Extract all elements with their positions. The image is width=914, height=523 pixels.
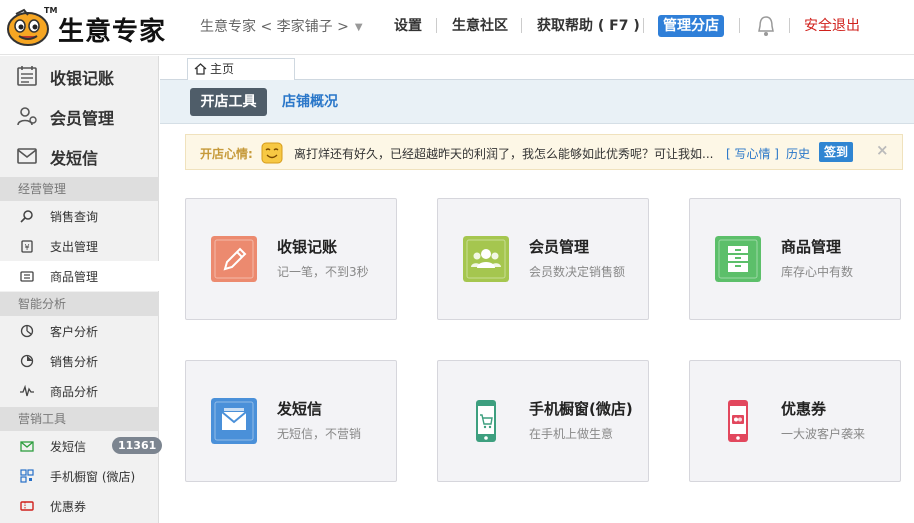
cabinet-icon — [715, 236, 761, 282]
sidebar-item-goods[interactable]: 商品管理 — [0, 261, 159, 291]
nav-divider — [643, 18, 644, 33]
sidebar-section-title: 智能分析 — [0, 292, 159, 316]
sub-nav: 开店工具 店铺概况 — [160, 80, 914, 124]
bell-icon[interactable] — [756, 15, 776, 37]
sidebar-item-register[interactable]: 收银记账 — [0, 56, 159, 96]
card-subtitle: 无短信，不营销 — [277, 427, 362, 441]
card-mobile-shop[interactable]: 手机橱窗(微店) 在手机上做生意 — [437, 360, 649, 482]
sms-count-badge: 11361 — [112, 437, 163, 454]
card-subtitle: 会员数决定销售额 — [529, 265, 626, 279]
write-mood-link[interactable]: [ 写心情 ] — [726, 145, 779, 162]
card-subtitle: 记一笔，不到3秒 — [277, 265, 369, 279]
sidebar-item-label: 发短信 — [50, 440, 87, 454]
sidebar-item-sales-query[interactable]: 销售查询 — [0, 201, 159, 231]
member-icon — [17, 107, 37, 126]
register-list-icon — [17, 66, 37, 86]
sidebar-item-label: 优惠券 — [50, 500, 87, 514]
nav-help[interactable]: 获取帮助 ( F7 ) — [537, 14, 640, 38]
sidebar-item-sms[interactable]: 发短信 — [0, 136, 159, 176]
customer-chart-icon — [20, 324, 34, 338]
pencil-icon — [211, 236, 257, 282]
sidebar-item-label: 会员管理 — [50, 109, 115, 128]
search-icon — [20, 210, 33, 223]
card-goods[interactable]: 商品管理 库存心中有数 — [689, 198, 901, 320]
card-title: 优惠券 — [781, 400, 827, 418]
tab-home[interactable]: 主页 — [187, 58, 295, 81]
sidebar-item-coupon[interactable]: 优惠券 — [0, 491, 159, 521]
nav-community[interactable]: 生意社区 — [452, 14, 508, 38]
mood-title: 开店心情: — [200, 147, 253, 161]
sidebar-item-members[interactable]: 会员管理 — [0, 96, 159, 136]
sidebar-item-label: 客户分析 — [50, 325, 99, 339]
tab-home-label: 主页 — [210, 62, 235, 76]
wave-chart-icon — [20, 384, 34, 397]
card-sms[interactable]: 发短信 无短信，不营销 — [185, 360, 397, 482]
smiley-emoji-icon — [261, 142, 283, 164]
card-title: 发短信 — [277, 400, 323, 418]
sidebar-item-label: 商品管理 — [50, 270, 99, 284]
mood-message: 离打烊还有好久，已经超越昨天的利润了，我怎么能够如此优秀呢？可让我如... — [294, 147, 714, 161]
subtab-shop-overview[interactable]: 店铺概况 — [278, 88, 342, 116]
logo-trademark: TM — [44, 6, 58, 15]
sidebar-item-expense[interactable]: ¥ 支出管理 — [0, 231, 159, 261]
nav-divider — [436, 18, 437, 33]
nav-divider — [789, 18, 790, 33]
pie-chart-icon — [20, 354, 34, 368]
app-title: 生意专家 — [58, 17, 167, 47]
sidebar-item-label: 发短信 — [50, 149, 99, 168]
app-logo[interactable]: TM 生意专家 — [6, 6, 166, 48]
sidebar-item-sales-analysis[interactable]: 销售分析 — [0, 346, 159, 376]
sidebar-item-label: 收银记账 — [50, 69, 115, 88]
tab-strip: 主页 — [160, 56, 914, 81]
history-link[interactable]: 历史 — [786, 145, 810, 162]
card-subtitle: 在手机上做生意 — [529, 427, 614, 441]
sms-icon — [20, 441, 34, 452]
card-coupon[interactable]: 优惠券 一大波客户袭来 — [689, 360, 901, 482]
members-icon — [463, 236, 509, 282]
sidebar-item-label: 销售分析 — [50, 355, 99, 369]
manage-branches-button[interactable]: 管理分店 — [658, 15, 724, 37]
card-title: 商品管理 — [781, 238, 842, 256]
mail-icon — [211, 398, 257, 444]
coupon-icon — [20, 501, 34, 511]
nav-divider — [739, 18, 740, 33]
store-selector-label: 生意专家 < 李家铺子 > — [200, 19, 349, 35]
sign-in-button[interactable]: 签到 — [819, 142, 853, 162]
sidebar-item-send-sms[interactable]: 发短信 11361 — [0, 431, 163, 461]
sidebar-item-label: 手机橱窗 (微店) — [50, 470, 136, 484]
caret-down-icon: ▼ — [354, 22, 363, 33]
nav-settings[interactable]: 设置 — [394, 14, 422, 38]
home-icon — [194, 63, 207, 75]
goods-icon — [20, 271, 34, 282]
logout-link[interactable]: 安全退出 — [804, 14, 860, 38]
card-title: 收银记账 — [277, 238, 338, 256]
svg-text:¥: ¥ — [24, 243, 29, 252]
card-subtitle: 一大波客户袭来 — [781, 427, 866, 441]
phone-cart-icon — [476, 400, 496, 442]
envelope-icon — [17, 148, 37, 164]
sidebar-item-mobile-shop[interactable]: 手机橱窗 (微店) — [0, 461, 159, 491]
sidebar-item-label: 销售查询 — [50, 210, 99, 224]
qrcode-icon — [20, 469, 34, 483]
close-icon[interactable]: × — [876, 141, 889, 159]
phone-coupon-icon — [728, 400, 748, 442]
top-bar: TM 生意专家 生意专家 < 李家铺子 > ▼ 设置 生意社区 获取帮助 ( F7… — [0, 0, 914, 55]
mood-notice-bar: 开店心情: 离打烊还有好久，已经超越昨天的利润了，我怎么能够如此优秀呢？可让我如… — [185, 134, 903, 170]
sidebar-section-title: 经营管理 — [0, 177, 159, 201]
sidebar-item-customer-analysis[interactable]: 客户分析 — [0, 316, 159, 346]
sidebar-item-label: 支出管理 — [50, 240, 99, 254]
store-selector[interactable]: 生意专家 < 李家铺子 > ▼ — [200, 16, 363, 36]
sidebar-item-label: 商品分析 — [50, 385, 99, 399]
card-title: 会员管理 — [529, 238, 590, 256]
sidebar-section-title: 营销工具 — [0, 407, 159, 431]
nav-divider — [521, 18, 522, 33]
sidebar: 收银记账 会员管理 发短信 经营管理 销售查询 ¥ 支出管理 商品管理 智能分析… — [0, 56, 163, 523]
card-subtitle: 库存心中有数 — [781, 265, 854, 279]
card-title: 手机橱窗(微店) — [529, 400, 633, 418]
card-register[interactable]: 收银记账 记一笔，不到3秒 — [185, 198, 397, 320]
sidebar-item-goods-analysis[interactable]: 商品分析 — [0, 376, 159, 406]
subtab-shop-tools[interactable]: 开店工具 — [190, 88, 267, 116]
expense-icon: ¥ — [21, 240, 33, 253]
card-members[interactable]: 会员管理 会员数决定销售额 — [437, 198, 649, 320]
